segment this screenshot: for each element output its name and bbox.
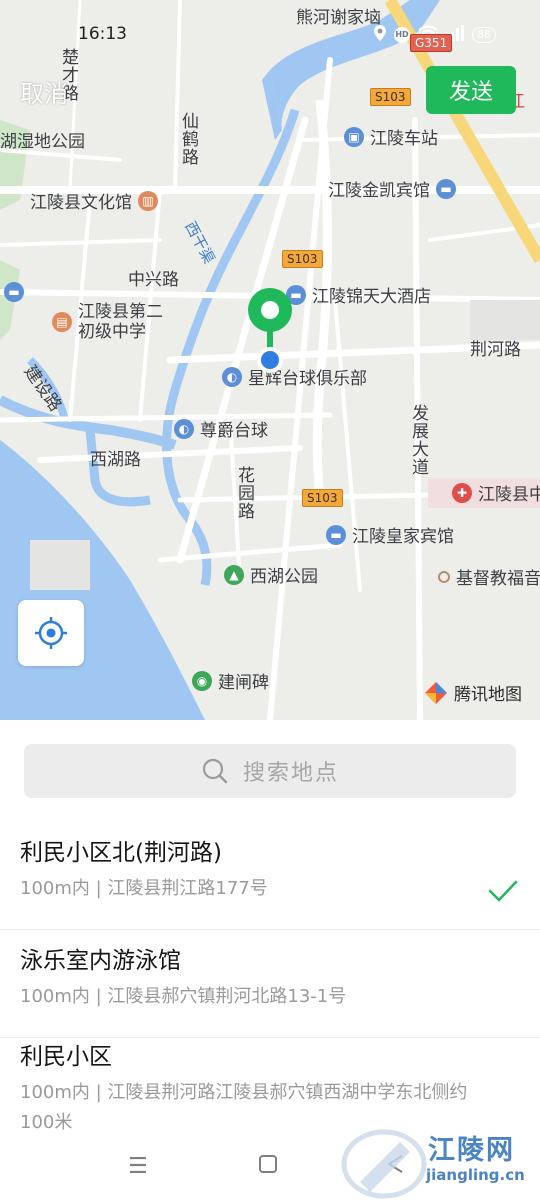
search-placeholder: 搜索地点 bbox=[242, 761, 339, 786]
road-badge-g351: G351 bbox=[410, 34, 453, 52]
status-time: 16:13 bbox=[78, 24, 127, 44]
locate-me-button[interactable] bbox=[18, 600, 84, 666]
dot-icon bbox=[438, 570, 450, 583]
location-pin-icon[interactable] bbox=[240, 282, 300, 382]
poi-royal-hotel[interactable]: ▬ 江陵皇家宾馆 bbox=[326, 522, 454, 547]
map-label-wetland-park: 湖湿地公园 bbox=[0, 132, 85, 152]
battery-icon: 88 bbox=[472, 26, 496, 43]
place-item-limin-north[interactable]: 利民小区北(荆河路) 100m内 | 江陵县荆江路177号 bbox=[0, 838, 540, 930]
road-badge-s103-bottom: S103 bbox=[302, 489, 343, 507]
poi-jinkai-hotel[interactable]: 江陵金凯宾馆 ▬ bbox=[328, 176, 456, 201]
poi-second-school[interactable]: ▤ 江陵县第二 初级中学 bbox=[52, 302, 163, 342]
poi-jianzha-stele[interactable]: ◉ 建闸碑 bbox=[192, 668, 269, 693]
home-nav-icon[interactable] bbox=[258, 1154, 278, 1180]
place-address: 100m内 | 江陵县荆江路177号 bbox=[20, 878, 268, 899]
place-name: 泳乐室内游泳馆 bbox=[20, 948, 181, 974]
ball-icon: ◐ bbox=[222, 366, 242, 387]
bed-icon: ▬ bbox=[326, 524, 346, 545]
school-icon: ▤ bbox=[52, 312, 72, 332]
map-label-xiongheyijiaxu: 熊河谢家垴 bbox=[296, 8, 381, 28]
poi-county-hospital[interactable]: ✚ 江陵县中 bbox=[452, 480, 540, 505]
map-label-jinghe-road: 荆河路 bbox=[470, 340, 521, 360]
status-bar: 16:13 HD 88 bbox=[0, 0, 540, 56]
map-provider-logo: 腾讯地图 bbox=[424, 680, 522, 705]
place-address: 100m内 | 江陵县郝穴镇荆河北路13-1号 bbox=[20, 986, 347, 1007]
poi-xihu-park[interactable]: ▲ 西湖公园 bbox=[224, 562, 318, 587]
send-button[interactable]: 发送 bbox=[426, 66, 516, 114]
menu-nav-icon[interactable]: ☰ bbox=[128, 1154, 148, 1179]
poi-left-hotel[interactable]: ▬ bbox=[4, 282, 24, 302]
hospital-icon: ✚ bbox=[452, 482, 472, 503]
poi-culture-center[interactable]: 江陵县文化馆 ▥ bbox=[30, 188, 158, 213]
map-label-xianhe-road: 仙鹤路 bbox=[178, 112, 198, 166]
search-icon bbox=[202, 758, 228, 784]
check-icon bbox=[488, 880, 518, 902]
crosshair-icon bbox=[35, 617, 67, 649]
map-label-huayuan-road: 花园路 bbox=[234, 466, 254, 520]
hd-icon: HD bbox=[394, 26, 410, 43]
poi-zunjue-billiards[interactable]: ◐ 尊爵台球 bbox=[174, 416, 268, 441]
bus-icon: ▣ bbox=[344, 126, 364, 147]
watermark-title: 江陵网 bbox=[428, 1135, 515, 1166]
cancel-button[interactable]: 取消 bbox=[20, 74, 68, 109]
watermark-url: jiangling.cn bbox=[426, 1166, 525, 1184]
camera-icon: ◉ bbox=[192, 670, 212, 691]
search-input[interactable]: 搜索地点 bbox=[24, 744, 516, 798]
map-label-fazhan-avenue: 发展大道 bbox=[408, 404, 428, 476]
place-name: 利民小区 bbox=[20, 1044, 112, 1070]
road-badge-s103-top: S103 bbox=[370, 88, 411, 106]
watermark-logo-icon bbox=[341, 1129, 427, 1199]
map-view[interactable]: 16:13 HD 88 熊河谢家垴 楚才路 仙鹤路 湖湿地公园 西干渠 中兴路 … bbox=[0, 0, 540, 720]
poi-church[interactable]: 基督教福音 bbox=[438, 564, 540, 589]
poi-jiangling-station[interactable]: ▣ 江陵车站 bbox=[344, 124, 438, 149]
tree-icon: ▲ bbox=[224, 564, 244, 585]
road-badge-s103-mid: S103 bbox=[282, 250, 323, 268]
poi-jintian-hotel[interactable]: ▬ 江陵锦天大酒店 bbox=[286, 282, 431, 307]
place-item-yongle-pool[interactable]: 泳乐室内游泳馆 100m内 | 江陵县郝穴镇荆河北路13-1号 bbox=[0, 946, 540, 1038]
site-watermark: 江陵网 jiangling.cn bbox=[340, 1124, 540, 1200]
map-label-xihu-road: 西湖路 bbox=[90, 450, 141, 470]
ball-icon: ◐ bbox=[174, 418, 194, 439]
place-name: 利民小区北(荆河路) bbox=[20, 840, 222, 866]
bed-icon: ▬ bbox=[4, 282, 24, 302]
tencent-map-icon bbox=[425, 681, 447, 704]
bed-icon: ▬ bbox=[436, 178, 456, 199]
building-icon: ▥ bbox=[138, 190, 158, 211]
map-label-zhongxing-road: 中兴路 bbox=[128, 270, 179, 290]
